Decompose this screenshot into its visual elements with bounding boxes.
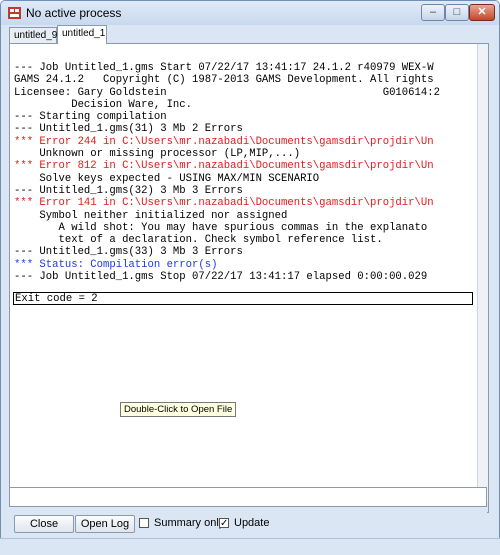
title-bar[interactable]: No active process – □ ✕ [1,1,499,25]
update-checkbox[interactable]: ✓ Update [219,517,269,529]
log-line[interactable]: text of a declaration. Check symbol refe… [14,234,478,246]
process-log[interactable]: --- Job Untitled_1.gms Start 07/22/17 13… [10,44,478,502]
gams-process-window: No active process – □ ✕ untitled_9 untit… [0,0,500,554]
tab-untitled-1[interactable]: untitled_1 [57,25,107,44]
log-line[interactable]: Decision Ware, Inc. [14,99,478,111]
log-line[interactable]: --- Job Untitled_1.gms Start 07/22/17 13… [14,62,478,74]
maximize-icon: □ [453,6,461,18]
summary-only-checkbox[interactable]: Summary only [139,517,224,529]
update-label: Update [234,517,270,529]
command-input[interactable] [9,487,487,507]
log-text: --- Job Untitled_1.gms Start 07/22/17 13… [10,44,478,283]
window-title: No active process [26,6,122,20]
update-checkmark-icon[interactable]: ✓ [219,518,229,529]
log-line[interactable]: Unknown or missing processor (LP,MIP,...… [14,148,478,160]
status-strip [0,538,500,555]
tab-untitled-9[interactable]: untitled_9 [9,27,57,43]
minimize-icon: – [429,6,437,18]
log-line[interactable]: GAMS 24.1.2 Copyright (C) 1987-2013 GAMS… [14,74,478,86]
tooltip: Double-Click to Open File [120,402,237,417]
close-button[interactable]: Close [14,515,74,533]
close-window-button[interactable]: ✕ [469,4,495,21]
gams-app-icon [8,7,21,19]
log-line[interactable]: --- Untitled_1.gms(32) 3 Mb 3 Errors [14,185,478,197]
log-line[interactable]: Licensee: Gary Goldstein G010614:2 [14,87,478,99]
summary-only-label: Summary only [154,517,225,529]
maximize-button[interactable]: □ [445,4,469,21]
open-log-button[interactable]: Open Log [75,515,135,533]
log-line[interactable]: Solve keys expected - USING MAX/MIN SCEN… [14,173,478,185]
log-line[interactable]: *** Status: Compilation error(s) [14,259,478,271]
close-icon: ✕ [477,6,487,18]
summary-only-box[interactable] [139,518,149,528]
log-line[interactable]: *** Error 141 in C:\Users\mr.nazabadi\Do… [14,197,478,209]
vertical-scrollbar[interactable] [477,44,488,502]
log-line[interactable]: Symbol neither initialized nor assigned [14,210,478,222]
log-line[interactable]: --- Untitled_1.gms(31) 3 Mb 2 Errors [14,123,478,135]
log-line[interactable]: *** Error 812 in C:\Users\mr.nazabadi\Do… [14,160,478,172]
log-line[interactable]: *** Error 244 in C:\Users\mr.nazabadi\Do… [14,136,478,148]
minimize-button[interactable]: – [421,4,445,21]
log-line[interactable]: --- Starting compilation [14,111,478,123]
log-line[interactable]: --- Untitled_1.gms(33) 3 Mb 3 Errors [14,246,478,258]
exit-code-line[interactable]: Exit code = 2 [13,292,473,305]
log-line[interactable]: --- Job Untitled_1.gms Stop 07/22/17 13:… [14,271,478,283]
log-panel: --- Job Untitled_1.gms Start 07/22/17 13… [9,43,489,513]
log-line[interactable]: A wild shot: You may have spurious comma… [14,222,478,234]
